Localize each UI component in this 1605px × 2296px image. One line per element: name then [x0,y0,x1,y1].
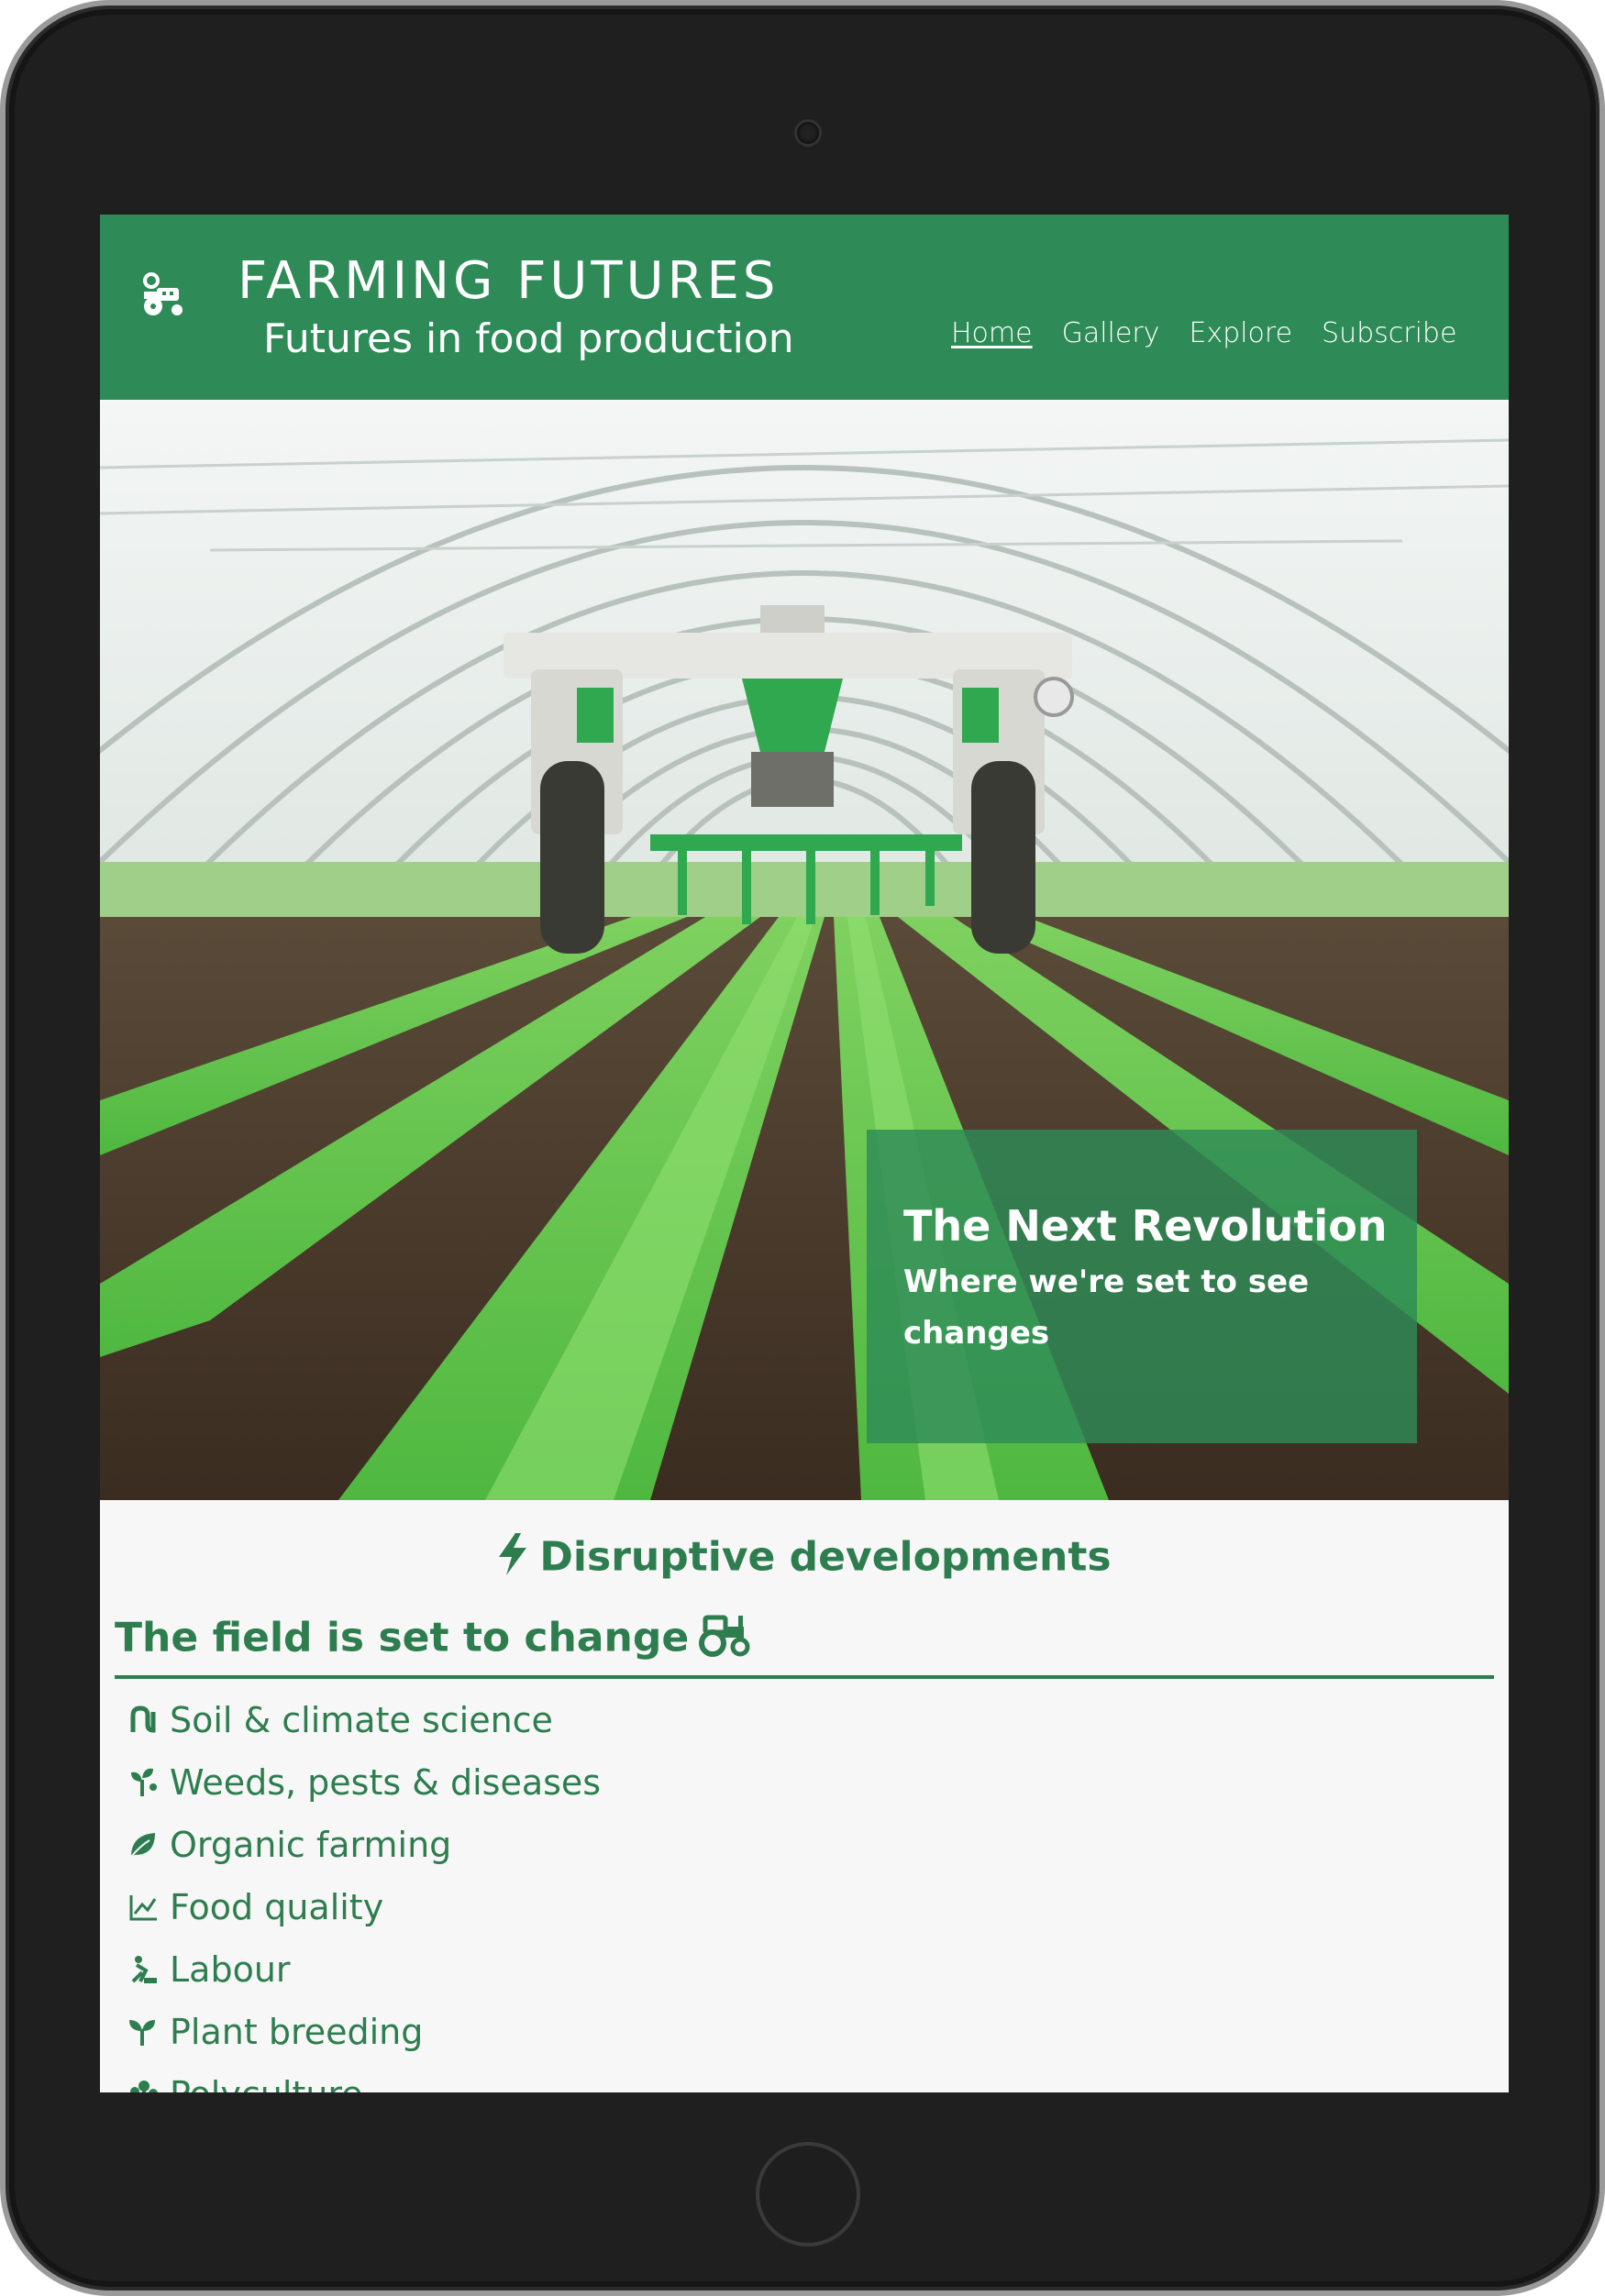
site-title: FARMING FUTURES [238,251,780,311]
hero-caption-text: Where we're set to see changes [903,1264,1310,1352]
list-item[interactable]: Food quality [127,1876,601,1938]
main-content: Disruptive developments The field is set… [100,1500,1509,2092]
list-item-label: Organic farming [170,1825,452,1865]
section-heading: Disruptive developments [100,1533,1509,1585]
nav-subscribe[interactable]: Subscribe [1322,317,1456,349]
home-button[interactable] [756,2142,860,2246]
list-item[interactable]: Organic farming [127,1814,601,1876]
nav-home[interactable]: Home [951,317,1033,349]
list-item[interactable]: Polyculture [127,2063,601,2092]
tractor-icon [698,1612,753,1668]
hero-caption-title: The Next Revolution [903,1201,1388,1251]
topic-list: Soil & climate science Weeds, pests & di… [127,1689,601,2092]
site-subtitle: Futures in food production [263,315,794,362]
leaf-icon [130,1833,155,1858]
line-chart-icon [129,1895,157,1921]
list-item[interactable]: Plant breeding [127,2001,601,2063]
list-item-label: Food quality [170,1887,384,1927]
list-item[interactable]: Weeds, pests & diseases [127,1751,601,1814]
camera-icon [794,119,822,147]
list-item-label: Labour [170,1949,291,1990]
sprout-pest-icon [131,1768,157,1796]
sub-heading: The field is set to change [115,1612,1494,1679]
plants-icon [130,2081,158,2092]
sub-heading-text: The field is set to change [115,1614,690,1661]
section-heading-text: Disruptive developments [539,1533,1112,1581]
nav-gallery[interactable]: Gallery [1062,317,1160,349]
soil-icon [130,1705,156,1733]
list-item-label: Plant breeding [170,2012,424,2052]
lightning-bolt-icon [497,1533,528,1585]
seedling-icon [129,2020,155,2046]
list-item-label: Weeds, pests & diseases [170,1762,602,1803]
nav-explore[interactable]: Explore [1189,317,1292,349]
list-item-label: Polyculture [170,2074,363,2092]
site-header: FARMING FUTURES Futures in food producti… [100,215,1509,400]
hero-banner: The Next Revolution Where we're set to s… [100,403,1509,1500]
hero-caption: The Next Revolution Where we're set to s… [867,1130,1417,1443]
list-item[interactable]: Labour [127,1938,601,2001]
tablet-frame: FARMING FUTURES Futures in food producti… [0,0,1605,2296]
list-item-label: Soil & climate science [170,1700,553,1740]
person-digging-icon [131,1956,157,1983]
list-item[interactable]: Soil & climate science [127,1689,601,1751]
screen: FARMING FUTURES Futures in food producti… [100,215,1509,2092]
main-nav: Home Gallery Explore Subscribe [951,317,1456,349]
robot-tractor-icon[interactable] [140,268,188,321]
